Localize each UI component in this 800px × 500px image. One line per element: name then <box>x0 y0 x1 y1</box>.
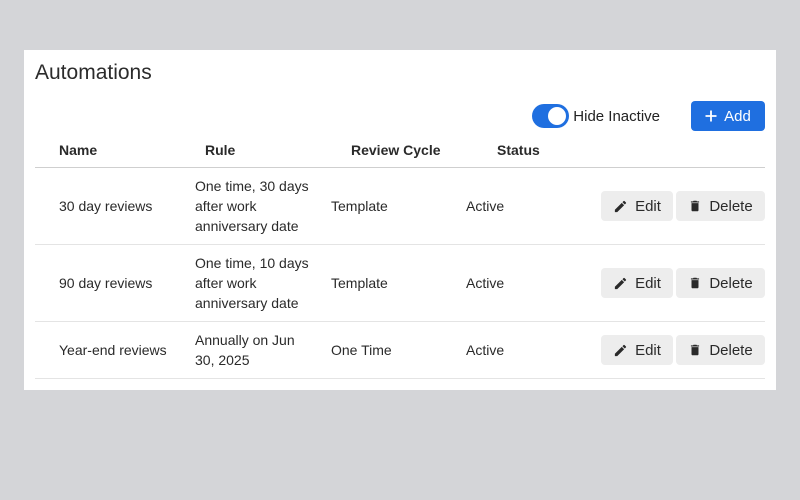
toggle-knob <box>548 107 567 125</box>
delete-button-label: Delete <box>709 274 753 292</box>
table-row: Year-end reviews Annually on Jun 30, 202… <box>35 322 765 379</box>
row-actions: Edit Delete <box>601 335 765 365</box>
trash-icon <box>691 277 700 289</box>
row-rule: One time, 10 days after work anniversary… <box>195 255 309 311</box>
delete-button-label: Delete <box>709 341 753 359</box>
table-header: Name Rule Review Cycle Status <box>35 135 765 168</box>
row-name: Year-end reviews <box>59 342 167 358</box>
delete-button[interactable]: Delete <box>676 335 765 365</box>
header-rule: Rule <box>205 142 236 158</box>
add-button[interactable]: Add <box>691 101 765 131</box>
edit-button-label: Edit <box>635 197 661 215</box>
row-rule: Annually on Jun 30, 2025 <box>195 332 295 368</box>
delete-button[interactable]: Delete <box>676 191 765 221</box>
pencil-icon <box>614 277 627 289</box>
edit-button-label: Edit <box>635 341 661 359</box>
hide-inactive-toggle[interactable]: Hide Inactive <box>532 104 660 128</box>
row-rule: One time, 30 days after work anniversary… <box>195 178 309 234</box>
pencil-icon <box>614 344 627 356</box>
trash-icon <box>691 344 700 356</box>
toolbar: Hide Inactive Add <box>532 101 765 131</box>
trash-icon <box>691 200 700 212</box>
row-review-cycle: Template <box>331 198 388 214</box>
row-status: Active <box>466 198 505 214</box>
row-review-cycle: Template <box>331 275 388 291</box>
pencil-icon <box>614 200 627 212</box>
automations-panel: Automations Hide Inactive Add Name Rule … <box>24 50 776 390</box>
edit-button[interactable]: Edit <box>601 268 673 298</box>
table-row: 90 day reviews One time, 10 days after w… <box>35 245 765 322</box>
delete-button[interactable]: Delete <box>676 268 765 298</box>
row-actions: Edit Delete <box>601 191 765 221</box>
hide-inactive-label: Hide Inactive <box>573 107 660 125</box>
table-row: 30 day reviews One time, 30 days after w… <box>35 168 765 245</box>
edit-button[interactable]: Edit <box>601 191 673 221</box>
row-actions: Edit Delete <box>601 268 765 298</box>
header-status: Status <box>497 142 540 158</box>
row-name: 30 day reviews <box>59 198 153 214</box>
plus-icon <box>705 110 717 122</box>
add-button-label: Add <box>724 107 751 125</box>
header-name: Name <box>59 142 98 158</box>
row-review-cycle: One Time <box>331 342 392 358</box>
automations-table: Name Rule Review Cycle Status 30 day rev… <box>35 135 765 379</box>
row-name: 90 day reviews <box>59 275 153 291</box>
edit-button-label: Edit <box>635 274 661 292</box>
toggle-switch[interactable] <box>532 104 570 128</box>
page-title: Automations <box>35 61 152 84</box>
edit-button[interactable]: Edit <box>601 335 673 365</box>
row-status: Active <box>466 275 505 291</box>
header-review-cycle: Review Cycle <box>351 142 441 158</box>
delete-button-label: Delete <box>709 197 753 215</box>
row-status: Active <box>466 342 505 358</box>
